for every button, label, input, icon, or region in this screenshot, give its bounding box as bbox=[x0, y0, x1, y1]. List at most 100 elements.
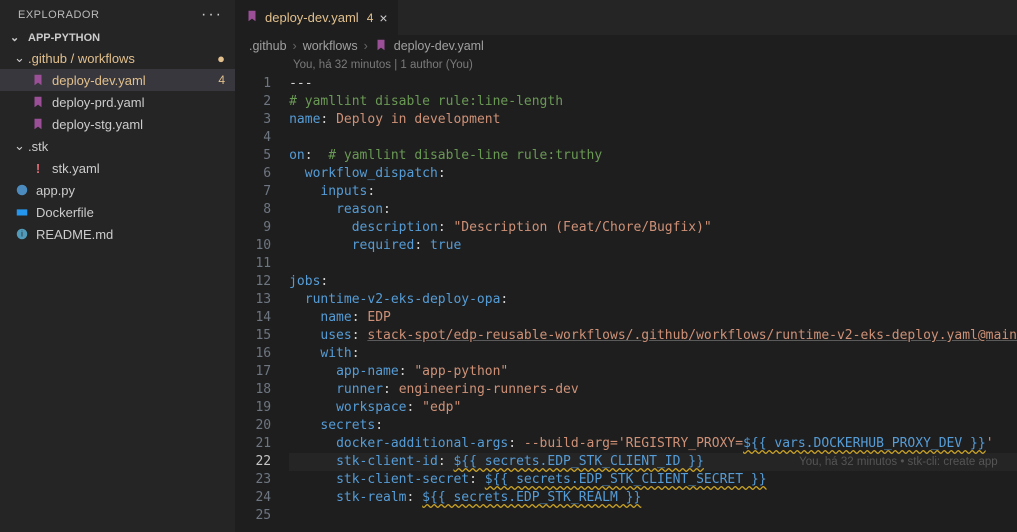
file-row[interactable]: deploy-stg.yaml bbox=[0, 113, 235, 135]
code-line[interactable] bbox=[289, 255, 1017, 273]
line-number: 22 bbox=[235, 453, 271, 471]
code-line[interactable]: name: Deploy in development bbox=[289, 111, 1017, 129]
line-number: 19 bbox=[235, 399, 271, 417]
file-row[interactable]: Dockerfile bbox=[0, 201, 235, 223]
tree-item-label: deploy-dev.yaml bbox=[52, 73, 146, 88]
breadcrumb-separator: › bbox=[293, 39, 297, 53]
info-file-icon: i bbox=[14, 226, 30, 242]
file-row[interactable]: !stk.yaml bbox=[0, 157, 235, 179]
modified-badge: 4 bbox=[218, 73, 225, 87]
line-number: 16 bbox=[235, 345, 271, 363]
file-row[interactable]: i README.md bbox=[0, 223, 235, 245]
line-number: 5 bbox=[235, 147, 271, 165]
py-file-icon bbox=[14, 182, 30, 198]
tree-item-label: .stk bbox=[28, 139, 48, 154]
folder-row[interactable]: ⌄.github / workflows● bbox=[0, 47, 235, 69]
code-line[interactable]: reason: bbox=[289, 201, 1017, 219]
editor-area: deploy-dev.yaml 4 × .github › workflows › de… bbox=[235, 0, 1017, 532]
breadcrumb-separator: › bbox=[364, 39, 368, 53]
code-line[interactable] bbox=[289, 129, 1017, 147]
tree-item-label: deploy-stg.yaml bbox=[52, 117, 143, 132]
file-row[interactable]: app.py bbox=[0, 179, 235, 201]
code-line[interactable]: workspace: "edp" bbox=[289, 399, 1017, 417]
project-root[interactable]: ⌄ APP-PYTHON bbox=[0, 28, 235, 47]
line-number: 15 bbox=[235, 327, 271, 345]
code-line[interactable] bbox=[289, 507, 1017, 525]
tab-label: deploy-dev.yaml bbox=[265, 10, 359, 25]
line-number: 21 bbox=[235, 435, 271, 453]
svg-text:i: i bbox=[21, 230, 23, 239]
close-icon[interactable]: × bbox=[379, 10, 387, 26]
code-line[interactable]: runner: engineering-runners-dev bbox=[289, 381, 1017, 399]
line-number: 2 bbox=[235, 93, 271, 111]
project-name: APP-PYTHON bbox=[28, 32, 100, 44]
breadcrumb-segment[interactable]: .github bbox=[249, 39, 287, 53]
code-line[interactable]: stk-realm: ${{ secrets.EDP_STK_REALM }} bbox=[289, 489, 1017, 507]
code-line[interactable]: description: "Description (Feat/Chore/Bu… bbox=[289, 219, 1017, 237]
yaml-file-icon bbox=[30, 72, 46, 88]
code-line[interactable]: required: true bbox=[289, 237, 1017, 255]
bang-file-icon: ! bbox=[30, 160, 46, 176]
code-line[interactable]: --- bbox=[289, 75, 1017, 93]
tab-deploy-dev[interactable]: deploy-dev.yaml 4 × bbox=[235, 0, 399, 35]
code-line[interactable]: on: # yamllint disable-line rule:truthy bbox=[289, 147, 1017, 165]
yaml-file-icon bbox=[245, 9, 259, 26]
chevron-down-icon: ⌄ bbox=[10, 31, 24, 44]
line-number: 7 bbox=[235, 183, 271, 201]
code-content[interactable]: ---# yamllint disable rule:line-lengthna… bbox=[289, 75, 1017, 532]
line-number: 4 bbox=[235, 129, 271, 147]
line-number: 14 bbox=[235, 309, 271, 327]
code-line[interactable]: docker-additional-args: --build-arg='REG… bbox=[289, 435, 1017, 453]
tab-bar: deploy-dev.yaml 4 × bbox=[235, 0, 1017, 35]
line-number: 9 bbox=[235, 219, 271, 237]
breadcrumb-segment[interactable]: deploy-dev.yaml bbox=[394, 39, 484, 53]
docker-file-icon bbox=[14, 204, 30, 220]
code-line[interactable]: # yamllint disable rule:line-length bbox=[289, 93, 1017, 111]
yaml-file-icon bbox=[30, 116, 46, 132]
code-line[interactable]: runtime-v2-eks-deploy-opa: bbox=[289, 291, 1017, 309]
line-number: 10 bbox=[235, 237, 271, 255]
code-line[interactable]: jobs: bbox=[289, 273, 1017, 291]
line-number: 13 bbox=[235, 291, 271, 309]
yaml-file-icon bbox=[374, 38, 388, 55]
code-line[interactable]: inputs: bbox=[289, 183, 1017, 201]
explorer-sidebar: EXPLORADOR ··· ⌄ APP-PYTHON ⌄ .github / w… bbox=[0, 0, 235, 532]
gitlens-blame-header: You, há 32 minutos | 1 author (You) bbox=[235, 57, 1017, 75]
code-line[interactable]: app-name: "app-python" bbox=[289, 363, 1017, 381]
file-tree: ⌄.github / workflows●deploy-dev.yaml4dep… bbox=[0, 47, 235, 245]
explorer-title: EXPLORADOR bbox=[18, 9, 99, 21]
code-line[interactable]: stk-client-id: ${{ secrets.EDP_STK_CLIEN… bbox=[289, 453, 1017, 471]
chevron-down-icon: ⌄ bbox=[14, 138, 28, 154]
file-row[interactable]: deploy-dev.yaml 4 bbox=[0, 69, 235, 91]
code-line[interactable]: workflow_dispatch: bbox=[289, 165, 1017, 183]
explorer-header: EXPLORADOR ··· bbox=[0, 0, 235, 28]
line-number: 11 bbox=[235, 255, 271, 273]
code-editor[interactable]: 1234567891011121314151617181920212223242… bbox=[235, 75, 1017, 532]
line-number: 18 bbox=[235, 381, 271, 399]
gitlens-inline-blame: You, há 32 minutos • stk-cli: create app bbox=[799, 453, 998, 471]
code-line[interactable]: with: bbox=[289, 345, 1017, 363]
dirty-indicator: ● bbox=[217, 51, 225, 66]
line-number: 24 bbox=[235, 489, 271, 507]
code-line[interactable]: stk-client-secret: ${{ secrets.EDP_STK_C… bbox=[289, 471, 1017, 489]
line-number: 25 bbox=[235, 507, 271, 525]
line-number: 8 bbox=[235, 201, 271, 219]
code-line[interactable]: name: EDP bbox=[289, 309, 1017, 327]
tree-item-label: README.md bbox=[36, 227, 113, 242]
line-number: 20 bbox=[235, 417, 271, 435]
folder-row[interactable]: ⌄.stk bbox=[0, 135, 235, 157]
breadcrumb-segment[interactable]: workflows bbox=[303, 39, 358, 53]
line-number: 23 bbox=[235, 471, 271, 489]
breadcrumb[interactable]: .github › workflows › deploy-dev.yaml bbox=[235, 35, 1017, 57]
tree-item-label: .github / workflows bbox=[28, 51, 135, 66]
line-number: 6 bbox=[235, 165, 271, 183]
code-line[interactable]: secrets: bbox=[289, 417, 1017, 435]
tree-item-label: Dockerfile bbox=[36, 205, 94, 220]
line-number: 1 bbox=[235, 75, 271, 93]
explorer-more-icon[interactable]: ··· bbox=[201, 6, 223, 24]
tab-badge: 4 bbox=[367, 11, 374, 25]
line-number-gutter: 1234567891011121314151617181920212223242… bbox=[235, 75, 289, 532]
line-number: 12 bbox=[235, 273, 271, 291]
file-row[interactable]: deploy-prd.yaml bbox=[0, 91, 235, 113]
code-line[interactable]: uses: stack-spot/edp-reusable-workflows/… bbox=[289, 327, 1017, 345]
